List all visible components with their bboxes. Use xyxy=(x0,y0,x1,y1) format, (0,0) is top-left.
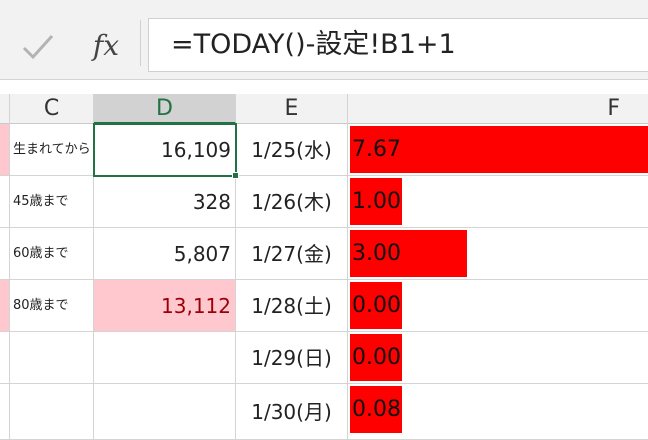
column-header-b-edge[interactable] xyxy=(0,94,10,124)
cell-b-edge[interactable] xyxy=(0,280,10,332)
cell-c-label[interactable]: 生まれてから xyxy=(10,124,94,176)
check-icon[interactable] xyxy=(18,30,58,64)
cell-b-edge[interactable] xyxy=(0,228,10,280)
cell-b-edge[interactable] xyxy=(0,384,10,440)
cell-d-value[interactable] xyxy=(94,332,236,384)
cell-e-date[interactable]: 1/28(土) xyxy=(236,280,348,332)
data-bar-label: 3.00 xyxy=(352,241,401,266)
data-bar-label: 0.00 xyxy=(352,345,401,370)
cell-b-edge[interactable] xyxy=(0,124,10,176)
cell-e-date[interactable]: 1/26(木) xyxy=(236,176,348,228)
active-cell-outline xyxy=(93,123,237,177)
cell-c-label[interactable]: 45歳まで xyxy=(10,176,94,228)
cell-d-value[interactable]: 328 xyxy=(94,176,236,228)
cell-d-value[interactable]: 5,807 xyxy=(94,228,236,280)
formula-input[interactable]: =TODAY()-設定!B1+1 xyxy=(148,18,648,72)
data-bar-label: 7.67 xyxy=(352,137,401,162)
cell-c-label[interactable] xyxy=(10,384,94,440)
data-bar-label: 0.00 xyxy=(352,293,401,318)
formula-bar-controls: fx xyxy=(0,14,140,74)
column-header-c[interactable]: C xyxy=(10,94,94,124)
cell-d-value[interactable] xyxy=(94,384,236,440)
cell-e-date[interactable]: 1/25(水) xyxy=(236,124,348,176)
cell-b-edge[interactable] xyxy=(0,332,10,384)
spreadsheet-grid: 生まれてから 16,109 1/25(水) 7.67 45歳まで 328 1/26(木) 1.… xyxy=(0,123,648,440)
data-bar-label: 1.00 xyxy=(352,189,401,214)
column-header-d[interactable]: D xyxy=(94,94,236,124)
cell-b-edge[interactable] xyxy=(0,176,10,228)
formula-bar-divider xyxy=(140,20,141,66)
cell-e-date[interactable]: 1/27(金) xyxy=(236,228,348,280)
cell-e-date[interactable]: 1/30(月) xyxy=(236,384,348,440)
cell-c-label[interactable]: 80歳まで xyxy=(10,280,94,332)
fill-handle[interactable] xyxy=(232,172,239,179)
formula-bar: fx =TODAY()-設定!B1+1 xyxy=(0,0,648,80)
cell-e-date[interactable]: 1/29(日) xyxy=(236,332,348,384)
data-bar-label: 0.08 xyxy=(352,397,401,422)
column-header-f[interactable]: F xyxy=(348,94,648,124)
column-header-e[interactable]: E xyxy=(236,94,348,124)
insert-function-button[interactable]: fx xyxy=(86,26,126,66)
cell-c-label[interactable]: 60歳まで xyxy=(10,228,94,280)
cell-c-label[interactable] xyxy=(10,332,94,384)
cell-d-value[interactable]: 13,112 xyxy=(94,280,236,332)
column-header-row: C D E F xyxy=(0,94,648,124)
